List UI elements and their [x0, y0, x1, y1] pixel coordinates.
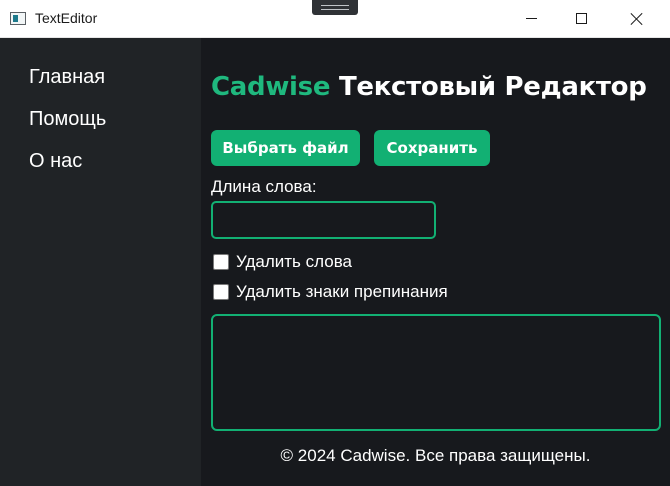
app-window: TextEditor Главная Помощь О нас Cadwise … [0, 0, 670, 486]
sidebar-item-help[interactable]: Помощь [29, 108, 106, 131]
title-bar[interactable]: TextEditor [0, 0, 670, 38]
page-title-text: Текстовый Редактор [330, 72, 647, 102]
drag-handle-icon[interactable] [312, 0, 358, 15]
choose-file-button[interactable]: Выбрать файл [211, 130, 360, 166]
minimize-button[interactable] [508, 0, 554, 37]
minimize-icon [525, 18, 537, 19]
remove-punctuation-label: Удалить знаки препинания [236, 282, 448, 301]
maximize-icon [575, 13, 587, 24]
footer-copyright: © 2024 Cadwise. Все права защищены. [280, 446, 591, 465]
remove-words-checkbox[interactable] [213, 254, 229, 270]
remove-words-label: Удалить слова [236, 252, 352, 271]
text-editor-area[interactable] [211, 314, 661, 431]
save-button[interactable]: Сохранить [374, 130, 490, 166]
close-icon [630, 12, 644, 26]
window-title: TextEditor [35, 10, 98, 26]
app-window-icon [10, 12, 26, 25]
remove-punctuation-option[interactable]: Удалить знаки препинания [213, 282, 448, 302]
sidebar-item-about[interactable]: О нас [29, 150, 82, 173]
page-title: Cadwise Текстовый Редактор [211, 72, 647, 102]
remove-punctuation-checkbox[interactable] [213, 284, 229, 300]
close-button[interactable] [614, 0, 660, 37]
word-length-label: Длина слова: [211, 177, 317, 196]
remove-words-option[interactable]: Удалить слова [213, 252, 352, 272]
sidebar-item-home[interactable]: Главная [29, 66, 105, 89]
sidebar: Главная Помощь О нас [0, 38, 201, 486]
main-content: Cadwise Текстовый Редактор Выбрать файл … [201, 38, 670, 486]
maximize-button[interactable] [558, 0, 604, 37]
brand-name: Cadwise [211, 72, 331, 102]
word-length-input[interactable] [211, 201, 436, 239]
